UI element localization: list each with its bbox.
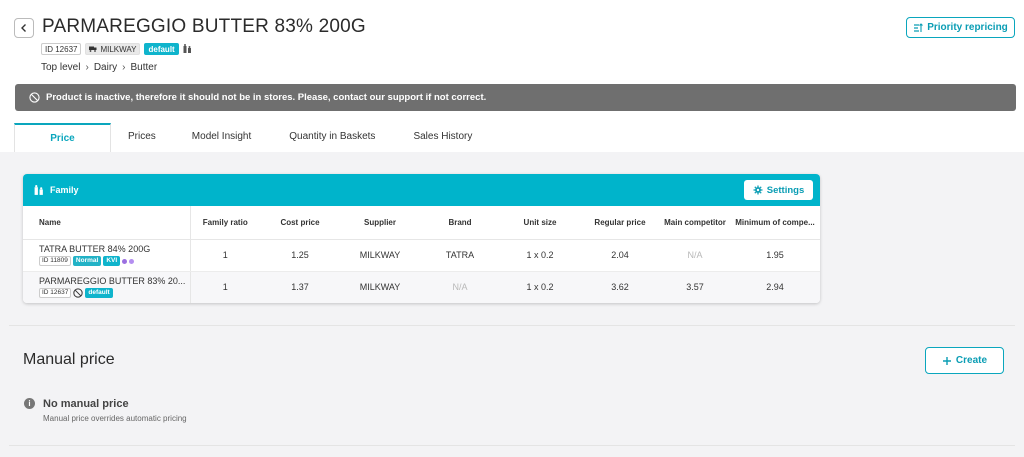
family-ratio-cell: 1 [190,271,260,303]
product-chips: ID 12637 MILKWAY default [41,43,192,55]
column-header[interactable]: Name [23,206,191,240]
breadcrumb-item[interactable]: Top level [41,62,80,73]
family-icon [34,184,43,195]
main-competitor-cell: 3.57 [660,271,730,303]
gear-icon [753,185,763,195]
tab-quantity-in-baskets[interactable]: Quantity in Baskets [270,123,394,152]
priority-repricing-label: Priority repricing [927,22,1008,33]
status-dot [122,258,128,264]
table-row[interactable]: TATRA BUTTER 84% 200G ID 11809 Normal KV… [23,239,820,272]
minimum-competitor-cell: 2.94 [730,271,820,303]
page-title: PARMAREGGIO BUTTER 83% 200G [42,16,366,37]
family-table: Name Family ratio Cost price Supplier Br… [23,206,820,303]
banner-text: Product is inactive, therefore it should… [46,92,487,103]
no-manual-subtitle: Manual price overrides automatic pricing [43,414,187,423]
cost-price-cell: 1.25 [260,239,340,272]
create-label: Create [955,355,988,366]
supplier-cell: MILKWAY [340,239,420,272]
main-competitor-cell: N/A [660,239,730,272]
product-chips: ID 12637 default [39,288,190,298]
tab-model-insight[interactable]: Model Insight [173,123,270,152]
tab-sales-history[interactable]: Sales History [394,123,491,152]
column-header[interactable]: Unit size [500,206,580,240]
family-ratio-cell: 1 [190,239,260,272]
truck-icon [89,46,97,52]
settings-button[interactable]: Settings [744,180,813,200]
tab-price-settings[interactable]: Price settings [14,123,111,171]
chevron-right-icon: › [85,62,89,73]
column-header[interactable]: Supplier [340,206,420,240]
family-icon [183,44,191,53]
inactive-icon [73,288,84,298]
column-header[interactable]: Minimum of compe... [730,206,820,240]
plus-icon [942,356,951,365]
create-button[interactable]: Create [925,347,1004,374]
id-chip: ID 12637 [39,288,72,298]
no-manual-title: No manual price [43,398,129,410]
id-chip: ID 12637 [41,43,82,55]
column-header[interactable]: Brand [420,206,500,240]
unit-size-cell: 1 x 0.2 [500,239,580,272]
default-chip: default [85,288,113,298]
column-header[interactable]: Family ratio [190,206,260,240]
priority-icon [914,22,924,32]
tab-prices[interactable]: Prices [111,123,173,152]
product-name-cell[interactable]: TATRA BUTTER 84% 200G ID 11809 Normal KV… [23,239,191,272]
inactive-icon [29,92,40,103]
back-button[interactable] [14,18,34,38]
product-name[interactable]: TATRA BUTTER 84% 200G [39,244,189,254]
unit-size-cell: 1 x 0.2 [500,271,580,303]
breadcrumb-item[interactable]: Dairy [94,62,117,73]
cost-price-cell: 1.37 [260,271,340,303]
id-chip: ID 11809 [39,256,71,266]
column-header[interactable]: Regular price [580,206,660,240]
inactive-banner: Product is inactive, therefore it should… [15,84,1016,111]
brand-cell: N/A [420,271,500,303]
table-row[interactable]: PARMAREGGIO BUTTER 83% 20... ID 12637 de… [23,271,820,303]
regular-price-cell: 3.62 [580,271,660,303]
manual-price-section: Manual price Create i No manual price Ma… [9,325,1015,446]
breadcrumb: Top level › Dairy › Butter [41,62,157,73]
column-header[interactable]: Cost price [260,206,340,240]
supplier-chip: MILKWAY [85,43,141,55]
chevron-left-icon [21,24,26,32]
breadcrumb-item[interactable]: Butter [131,62,158,73]
supplier-chip-label: MILKWAY [100,44,137,54]
family-card: Family Settings Name Family ratio Cost p… [23,174,820,303]
product-header: PARMAREGGIO BUTTER 83% 200G ID 12637 MIL… [0,0,1024,171]
chevron-right-icon: › [122,62,126,73]
normal-chip: Normal [72,256,102,266]
kvi-chip: KVI [103,256,121,266]
status-dot [129,258,135,264]
default-chip: default [144,43,179,55]
family-title: Family [50,185,79,195]
info-icon: i [24,398,35,409]
family-header: Family Settings [23,174,820,206]
brand-cell: TATRA [420,239,500,272]
settings-label: Settings [766,184,805,196]
minimum-competitor-cell: 1.95 [730,239,820,272]
tab-bar: Price settings Prices Model Insight Quan… [14,123,491,171]
regular-price-cell: 2.04 [580,239,660,272]
product-name[interactable]: PARMAREGGIO BUTTER 83% 20... [39,276,189,286]
product-name-cell[interactable]: PARMAREGGIO BUTTER 83% 20... ID 12637 de… [23,271,191,303]
table-header-row: Name Family ratio Cost price Supplier Br… [23,206,820,240]
column-header[interactable]: Main competitor [660,206,730,240]
manual-price-title: Manual price [23,351,115,368]
priority-repricing-button[interactable]: Priority repricing [906,17,1015,38]
product-chips: ID 11809 Normal KVI [39,256,190,266]
supplier-cell: MILKWAY [340,271,420,303]
